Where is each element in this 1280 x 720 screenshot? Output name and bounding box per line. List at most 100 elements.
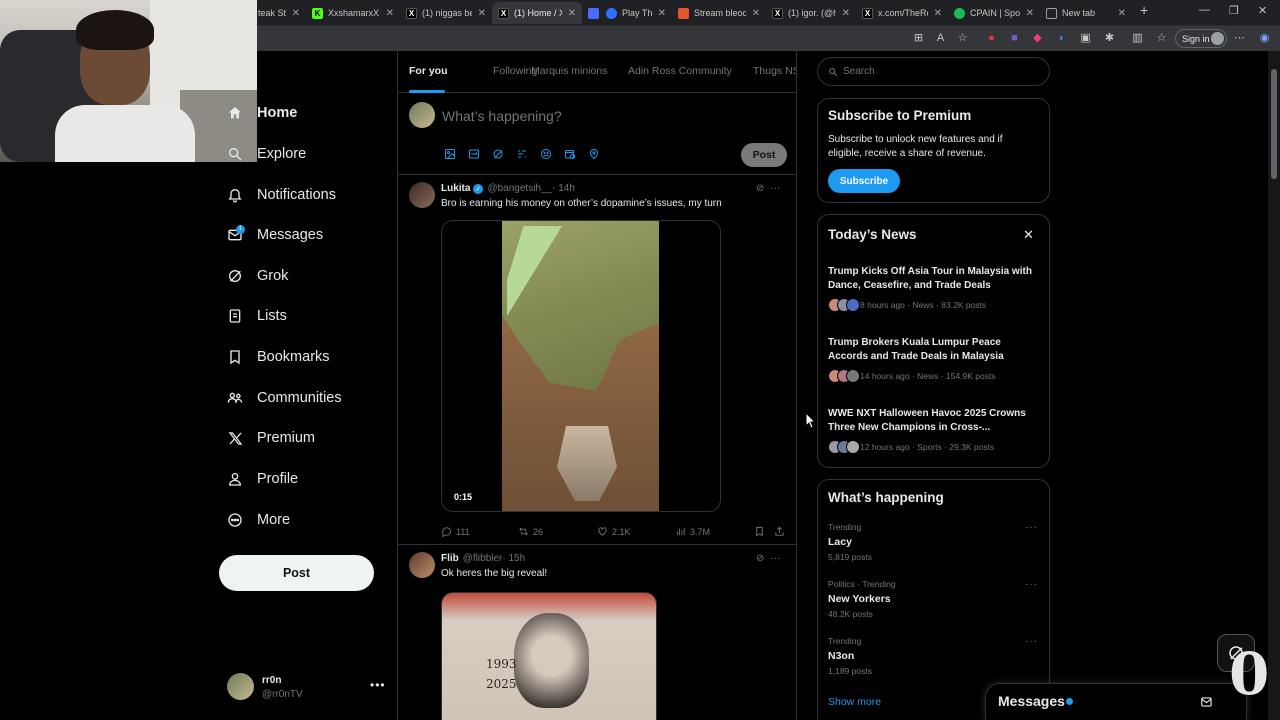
nav-home[interactable]: Home [225,98,297,128]
tweet[interactable]: Flib @flibbler · 15h ⊘ ··· Ok heres the … [398,545,796,720]
browser-tab[interactable]: Xx.com/TheRog ✕ [856,2,948,24]
browser-tab[interactable] [582,2,600,24]
tweet-author-name[interactable]: Lukita [441,183,470,194]
minimize-icon[interactable]: — [1199,4,1210,16]
tweet-time[interactable]: · 15h [502,553,525,564]
scrollbar-thumb[interactable] [1271,69,1277,179]
nav-messages[interactable]: 1 Messages [225,220,323,250]
browser-tab[interactable]: Stream bleoc ✕ [672,2,766,24]
image-icon[interactable] [442,147,458,161]
grok-icon[interactable] [490,147,506,161]
tweet[interactable]: Lukita ✓ @bangetsih__ · 14h ⊘ ··· Bro is… [398,175,796,545]
tweet-image[interactable]: 1993 2025 [441,592,657,720]
compose-input[interactable]: What’s happening? [442,108,562,124]
close-icon[interactable]: ✕ [1023,227,1034,243]
tab-for-you[interactable]: For you [409,65,448,77]
more-dots-icon[interactable]: ··· [1025,522,1038,533]
bookmark-button[interactable] [754,526,765,537]
nav-bookmarks[interactable]: Bookmarks [225,342,330,372]
nav-grok[interactable]: Grok [225,261,288,291]
browser-tab[interactable]: X (1) igor. (@ha ✕ [766,2,856,24]
browser-tab[interactable]: K XxshamarxX St ✕ [306,2,400,24]
tab-close-icon[interactable]: ✕ [568,8,576,19]
window-close-icon[interactable]: ✕ [1258,4,1267,17]
repost-button[interactable]: 26 [518,526,543,537]
tweet-video[interactable]: 0:15 [441,220,721,512]
nav-communities[interactable]: Communities [225,383,342,413]
account-switcher[interactable]: rr0n @rr0nTV ••• [227,673,387,703]
copilot-icon[interactable]: ◉ [1258,32,1271,45]
browser-menu-icon[interactable]: ⋯ [1233,32,1246,45]
tweet-time[interactable]: · 14h [552,183,575,194]
like-button[interactable]: 2.1K [597,526,631,537]
news-item[interactable]: WWE NXT Halloween Havoc 2025 Crowns Thre… [828,407,1043,454]
page-scrollbar[interactable] [1268,51,1280,720]
nav-premium[interactable]: Premium [225,423,315,453]
nav-post-button[interactable]: Post [219,555,374,591]
avatar[interactable] [409,182,435,208]
tab-thugs-ns[interactable]: Thugs NS [753,65,796,77]
more-dots-icon[interactable]: ··· [770,183,780,194]
tab-close-icon[interactable]: ✕ [478,8,486,19]
composer-post-button[interactable]: Post [741,143,787,167]
tweet-author-handle[interactable]: @bangetsih__ [487,183,552,194]
news-item[interactable]: Trump Kicks Off Asia Tour in Malaysia wi… [828,265,1043,312]
extension-icon[interactable]: ◗ [1055,32,1068,45]
apps-icon[interactable]: ⊞ [912,32,925,45]
extension-icon[interactable]: ● [985,32,998,45]
tweet-author-name[interactable]: Flib [441,553,459,564]
nav-more[interactable]: More [225,505,290,535]
new-tab-icon[interactable]: + [1140,2,1148,18]
tab-close-icon[interactable]: ✕ [752,8,760,19]
avatar[interactable] [409,552,435,578]
more-dots-icon[interactable]: ··· [1025,579,1038,590]
grok-icon[interactable]: ⊘ [756,553,764,564]
show-more-link[interactable]: Show more [828,696,881,708]
poll-icon[interactable] [514,147,530,161]
browser-tab-active[interactable]: X (1) Home / X ✕ [492,2,582,24]
nav-lists[interactable]: Lists [225,301,287,331]
more-dots-icon[interactable]: ··· [770,553,780,564]
extension-icon[interactable]: ■ [1008,32,1021,45]
sign-in-button[interactable]: Sign in [1175,29,1227,48]
tab-close-icon[interactable]: ✕ [1118,8,1126,19]
browser-tab[interactable]: X (1) niggas be ✕ [400,2,492,24]
news-item[interactable]: Trump Brokers Kuala Lumpur Peace Accords… [828,336,1043,383]
nav-explore[interactable]: Explore [225,139,306,169]
emoji-icon[interactable] [538,147,554,161]
tab-close-icon[interactable]: ✕ [842,8,850,19]
extension-icon[interactable]: ◆ [1031,32,1044,45]
messages-drawer[interactable]: Messages [985,683,1247,720]
reply-button[interactable]: 111 [441,526,470,537]
grok-icon[interactable]: ⊘ [756,183,764,194]
tweet-author-handle[interactable]: @flibbler [463,553,503,564]
restore-icon[interactable]: ❐ [1229,4,1239,17]
subscribe-button[interactable]: Subscribe [828,169,900,193]
tab-close-icon[interactable]: ✕ [386,8,394,19]
share-button[interactable] [774,526,785,537]
trend-item[interactable]: Trending N3on 1,189 posts ··· [828,636,1043,676]
views-button[interactable]: 3.7M [675,526,710,537]
tab-close-icon[interactable]: ✕ [658,8,666,19]
nav-notifications[interactable]: Notifications [225,180,336,210]
browser-tab[interactable]: teak Str ✕ [252,2,306,24]
search-input[interactable]: Search [817,57,1050,86]
new-message-icon[interactable] [1200,695,1214,709]
tab-close-icon[interactable]: ✕ [292,8,300,19]
browser-tab[interactable]: Play The ✕ [600,2,672,24]
browser-tab[interactable]: CPAIN | Spoti ✕ [948,2,1040,24]
browser-tab[interactable]: New tab ✕ [1040,2,1132,24]
favorite-star-icon[interactable]: ☆ [956,32,969,45]
trend-item[interactable]: Politics · Trending New Yorkers 48.2K po… [828,579,1043,619]
nav-profile[interactable]: Profile [225,464,298,494]
read-aloud-icon[interactable]: A [934,32,947,45]
extensions-puzzle-icon[interactable]: ✱ [1103,32,1116,45]
tab-close-icon[interactable]: ✕ [1026,8,1034,19]
favorites-icon[interactable]: ☆ [1155,32,1168,45]
more-dots-icon[interactable]: ••• [370,678,386,692]
tab-marquis-minions[interactable]: Marquis minions [531,65,607,77]
tab-adin-ross-community[interactable]: Adin Ross Community [628,65,732,77]
schedule-icon[interactable] [562,147,578,161]
more-dots-icon[interactable]: ··· [1025,636,1038,647]
extension-icon[interactable]: ▣ [1079,32,1092,45]
